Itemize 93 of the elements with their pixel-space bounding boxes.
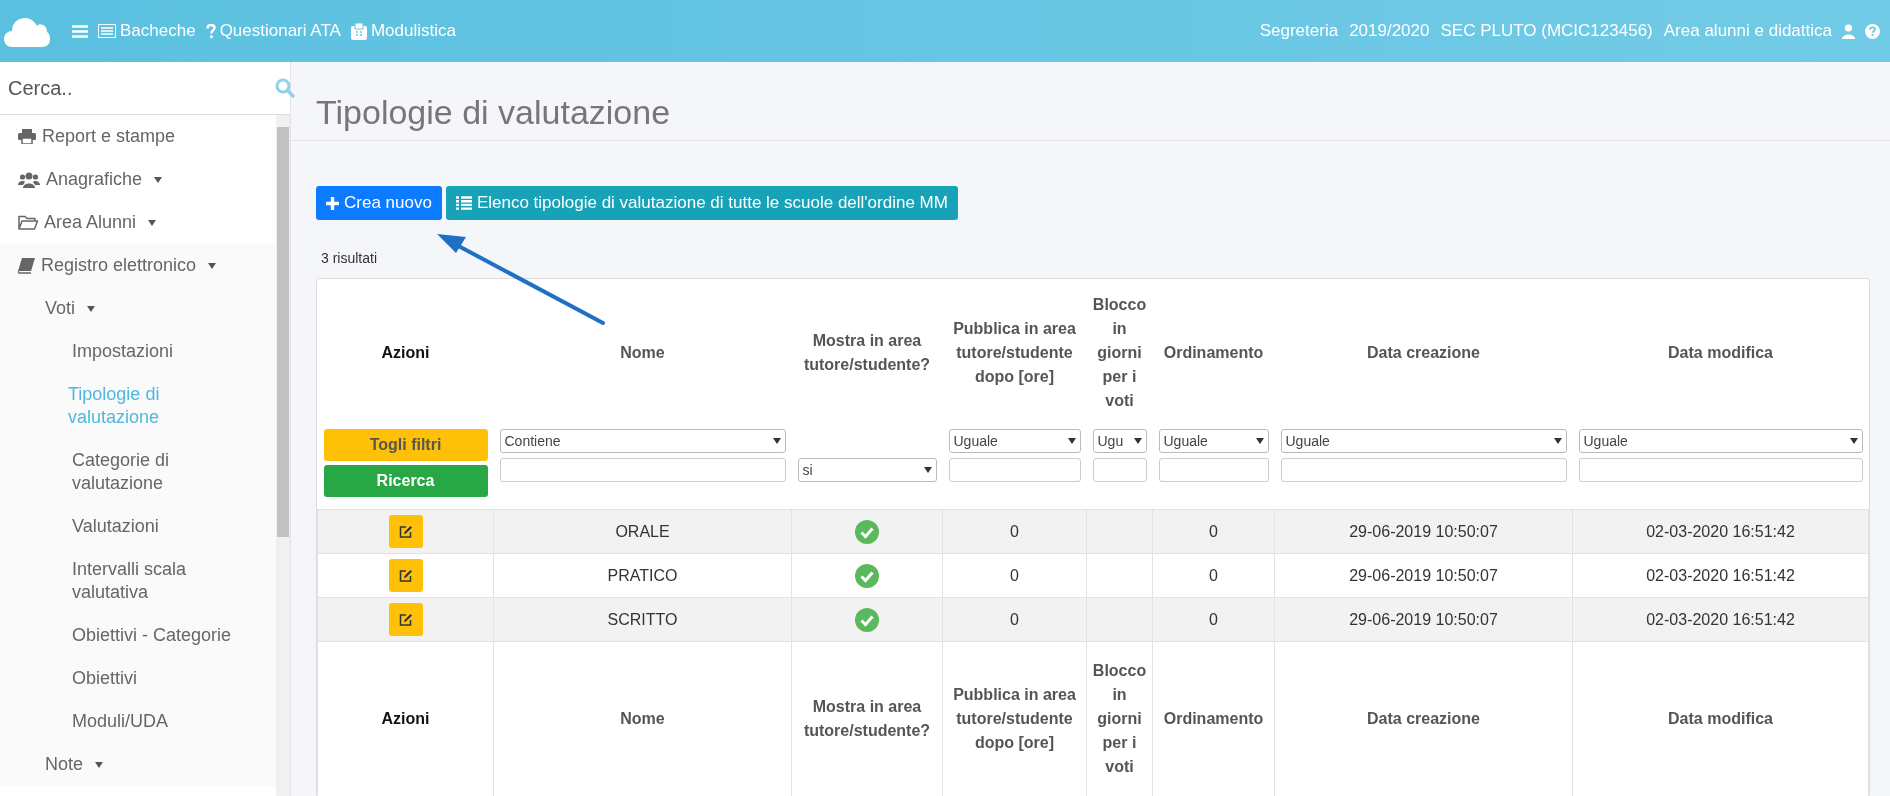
column-header: Data creazione bbox=[1367, 344, 1480, 361]
filter-input[interactable] bbox=[1578, 458, 1863, 482]
filter-select[interactable]: Ugu bbox=[1092, 429, 1147, 453]
header-info: Segreteria bbox=[1259, 21, 1339, 41]
filter-select[interactable]: Uguale bbox=[1158, 429, 1269, 453]
folder-icon bbox=[18, 215, 38, 230]
help-icon[interactable] bbox=[1865, 23, 1880, 39]
caret-icon bbox=[923, 467, 932, 473]
list-button[interactable]: Elenco tipologie di valutazione di tutte le scuole dell'ordine MM bbox=[445, 186, 958, 220]
caret-icon bbox=[772, 438, 781, 444]
column-header: Azioni bbox=[381, 344, 430, 361]
edit-icon bbox=[398, 613, 413, 626]
table-cell: 29-06-2019 10:50:07 bbox=[1274, 553, 1573, 598]
search-field[interactable]: Cerca.. bbox=[6, 75, 275, 101]
sidebar-item[interactable]: Intervalli scala valutativa bbox=[0, 548, 276, 614]
table-cell: 29-06-2019 10:50:07 bbox=[1274, 509, 1573, 554]
sidebar-item[interactable]: Moduli/UDA bbox=[0, 700, 276, 743]
sidebar-item[interactable]: Report e stampe bbox=[0, 115, 276, 158]
edit-button[interactable] bbox=[388, 603, 423, 636]
sidebar-item[interactable]: Obiettivi - Categorie bbox=[0, 614, 276, 657]
header-info: Area alunni e didattica bbox=[1663, 21, 1832, 41]
sidebar-item[interactable]: Area Alunni bbox=[0, 201, 276, 244]
search-icon[interactable] bbox=[275, 78, 295, 98]
column-header: Ordinamento bbox=[1163, 344, 1264, 361]
caret-icon bbox=[148, 219, 157, 226]
caret-icon bbox=[208, 262, 217, 269]
edit-icon bbox=[398, 525, 413, 538]
table-cell: 02-03-2020 16:51:42 bbox=[1572, 553, 1869, 598]
scrollbar[interactable] bbox=[276, 115, 290, 796]
filter-input[interactable] bbox=[1092, 458, 1147, 482]
table-cell: 0 bbox=[942, 597, 1087, 642]
user-icon[interactable] bbox=[1842, 23, 1855, 39]
sidebar-item[interactable]: Categorie di valutazione bbox=[0, 439, 276, 505]
table-cell: 0 bbox=[1152, 597, 1275, 642]
search-button[interactable]: Ricerca bbox=[323, 465, 488, 497]
filter-select[interactable]: Uguale bbox=[1280, 429, 1567, 453]
header-info: SEC PLUTO (MCIC123456) bbox=[1440, 21, 1653, 41]
list-icon bbox=[98, 24, 116, 38]
page-title: Tipologie di valutazione bbox=[316, 93, 671, 132]
table-cell: SCRITTO bbox=[493, 597, 792, 642]
edit-button[interactable] bbox=[388, 515, 423, 548]
table-cell: 0 bbox=[1152, 553, 1275, 598]
filter-input[interactable] bbox=[1280, 458, 1567, 482]
caret-icon bbox=[95, 761, 104, 768]
filter-input[interactable] bbox=[948, 458, 1081, 482]
caret-icon bbox=[1849, 438, 1858, 444]
sidebar-item[interactable]: Voti bbox=[0, 287, 276, 330]
table-cell: 0 bbox=[942, 553, 1087, 598]
create-button[interactable]: Crea nuovo bbox=[316, 186, 442, 220]
table-cell: 0 bbox=[1152, 509, 1275, 554]
table-cell: 29-06-2019 10:50:07 bbox=[1274, 597, 1573, 642]
sidebar-item[interactable]: Impostazioni bbox=[0, 330, 276, 373]
caret-icon bbox=[1133, 438, 1142, 444]
filter-select[interactable]: Contiene bbox=[499, 429, 786, 453]
users-icon bbox=[18, 171, 40, 188]
filter-select[interactable]: Uguale bbox=[1578, 429, 1863, 453]
caret-icon bbox=[87, 305, 96, 312]
table-cell: ORALE bbox=[493, 509, 792, 554]
filter-select[interactable]: Uguale bbox=[948, 429, 1081, 453]
filter-select[interactable]: si bbox=[797, 458, 937, 482]
column-header: Mostra in area tutore/studente? bbox=[803, 332, 931, 373]
list-icon bbox=[455, 196, 472, 210]
printer-icon bbox=[18, 129, 36, 144]
filter-input[interactable] bbox=[1158, 458, 1269, 482]
table-cell: 0 bbox=[942, 509, 1087, 554]
column-header: Azioni bbox=[317, 641, 494, 796]
filter-input[interactable] bbox=[499, 458, 786, 482]
question-icon bbox=[205, 23, 216, 39]
clear-filters-button[interactable]: Togli filtri bbox=[323, 429, 488, 461]
result-count: 3 risultati bbox=[321, 250, 379, 266]
edit-icon bbox=[398, 569, 413, 582]
sidebar-item[interactable]: Obiettivi bbox=[0, 657, 276, 700]
edit-button[interactable] bbox=[388, 559, 423, 592]
header-info: 2019/2020 bbox=[1349, 21, 1430, 41]
column-header: Blocco in giorni per i voti bbox=[1092, 296, 1147, 409]
plus-icon bbox=[326, 196, 339, 210]
sidebar-item[interactable]: Valutazioni bbox=[0, 505, 276, 548]
column-header: Nome bbox=[620, 344, 665, 361]
table-cell: 02-03-2020 16:51:42 bbox=[1572, 509, 1869, 554]
table-cell: PRATICO bbox=[493, 553, 792, 598]
column-header: Data modifica bbox=[1668, 344, 1773, 361]
fax-icon bbox=[350, 22, 367, 40]
sidebar-item[interactable]: Anagrafiche bbox=[0, 158, 276, 201]
table-cell: 02-03-2020 16:51:42 bbox=[1572, 597, 1869, 642]
menu-icon[interactable] bbox=[72, 24, 88, 38]
sidebar-item[interactable]: Registro elettronico bbox=[0, 244, 276, 287]
caret-icon bbox=[154, 176, 163, 183]
sidebar-item[interactable]: Note bbox=[0, 743, 276, 786]
caret-icon bbox=[1255, 438, 1264, 444]
caret-icon bbox=[1067, 438, 1076, 444]
caret-icon bbox=[1553, 438, 1562, 444]
book-icon bbox=[18, 257, 35, 274]
column-header: Pubblica in area tutore/studente dopo [ore] bbox=[953, 320, 1076, 385]
